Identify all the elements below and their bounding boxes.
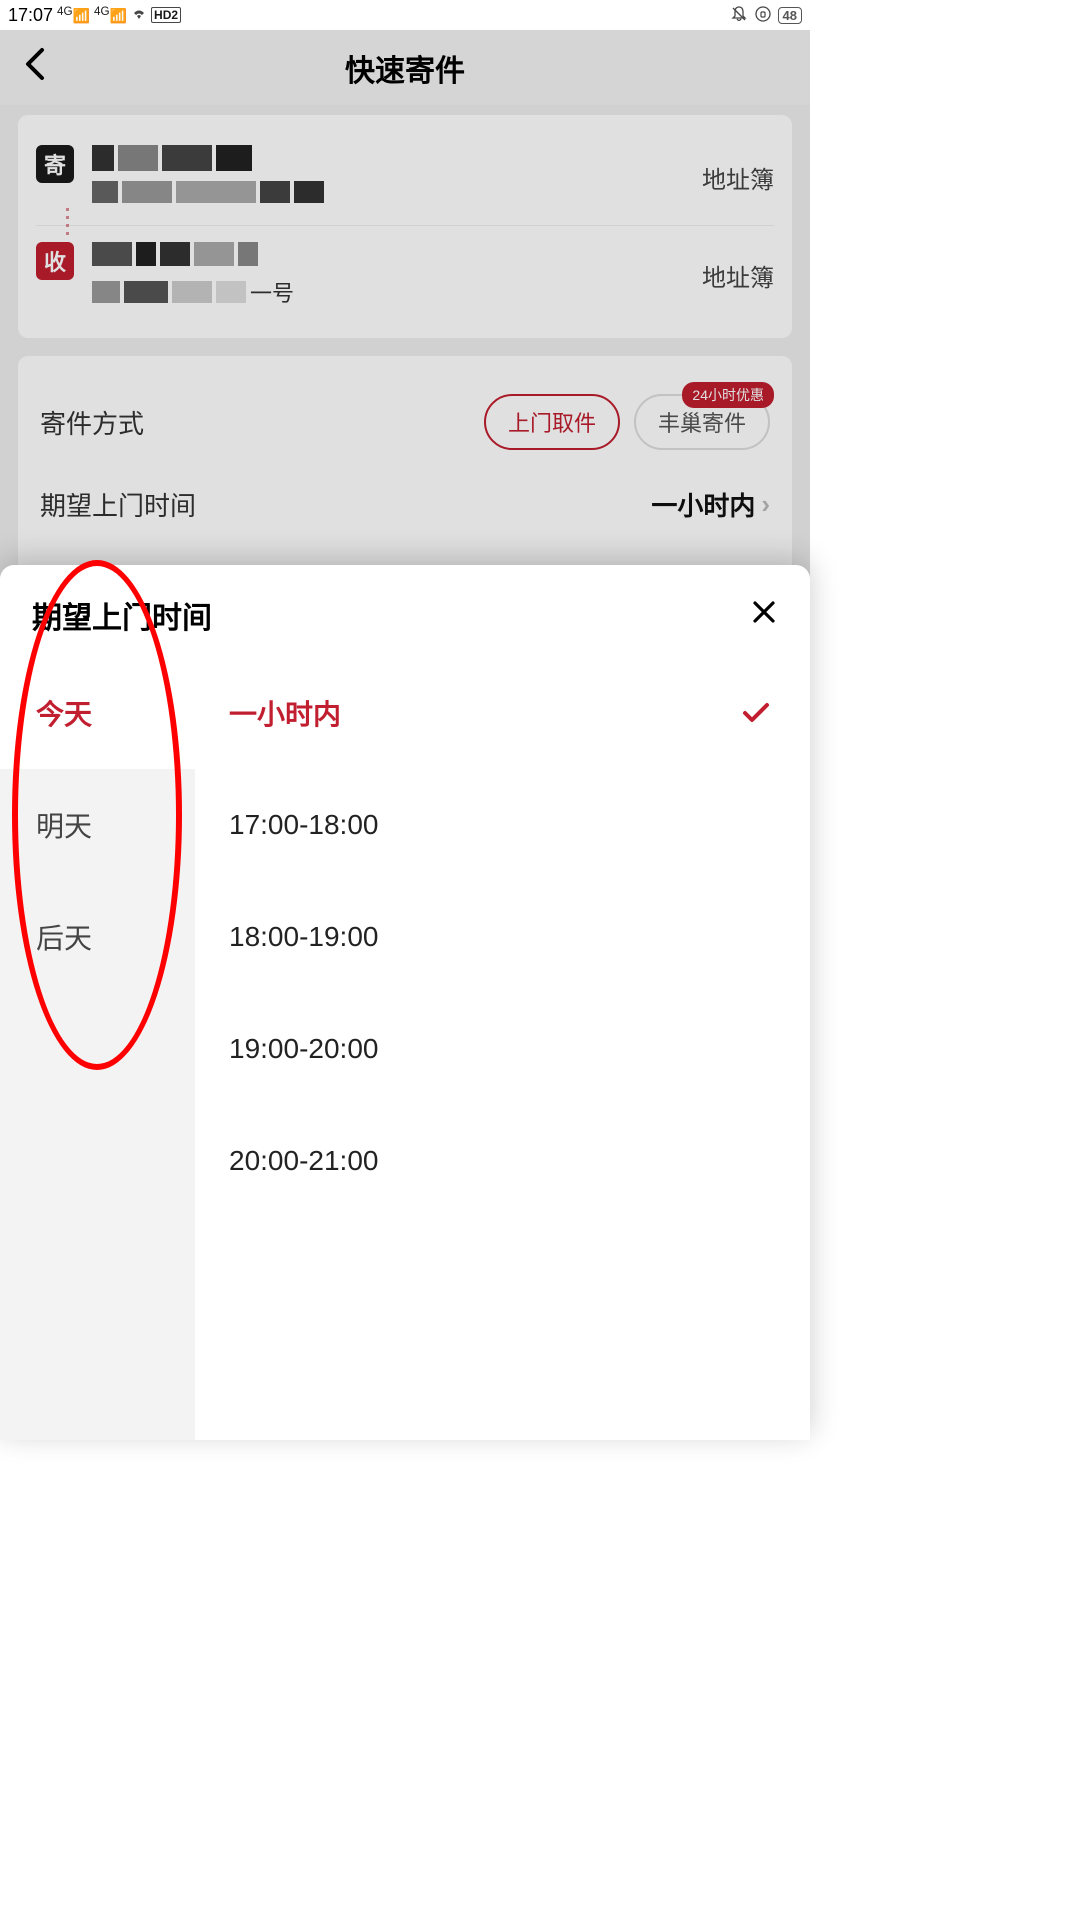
day-column: 今天 明天 后天 xyxy=(0,657,195,1440)
time-option-within-hour[interactable]: 一小时内 xyxy=(195,657,810,769)
receiver-address-book-button[interactable]: 地址簿 xyxy=(702,258,774,293)
time-option-20-21[interactable]: 20:00-21:00 xyxy=(195,1105,810,1217)
day-option-day-after[interactable]: 后天 xyxy=(0,881,195,993)
hd-icon: HD2 xyxy=(151,7,181,23)
status-time: 17:07 xyxy=(8,5,53,26)
wifi-icon xyxy=(131,7,147,24)
address-card: 寄 地址簿 收 xyxy=(18,115,792,338)
day-option-today[interactable]: 今天 xyxy=(0,657,195,769)
time-column: 一小时内 17:00-18:00 18:00-19:00 19:00-20:00… xyxy=(195,657,810,1440)
time-option-18-19[interactable]: 18:00-19:00 xyxy=(195,881,810,993)
signal-icon-2: 4G📶 xyxy=(94,5,127,25)
app-header: 快速寄件 xyxy=(0,30,810,105)
sender-row[interactable]: 寄 地址簿 xyxy=(36,137,774,217)
receiver-suffix: 一号 xyxy=(250,276,294,308)
pickup-time-label: 期望上门时间 xyxy=(40,486,196,523)
pickup-time-value: 一小时内 xyxy=(651,486,755,523)
connector-dots xyxy=(66,203,68,240)
receiver-content-redacted: 一号 xyxy=(92,242,684,308)
time-option-19-20[interactable]: 19:00-20:00 xyxy=(195,993,810,1105)
sender-address-book-button[interactable]: 地址簿 xyxy=(702,160,774,195)
back-button[interactable] xyxy=(22,46,46,89)
pickup-time-row[interactable]: 期望上门时间 一小时内 › xyxy=(40,468,770,541)
signal-icon-1: 4G📶 xyxy=(57,5,90,25)
chevron-right-icon: › xyxy=(761,489,770,520)
check-icon xyxy=(742,695,770,732)
time-picker-sheet: 期望上门时间 今天 明天 后天 一小时内 17:00-18:00 18:00-1… xyxy=(0,565,810,1440)
ship-method-pickup[interactable]: 上门取件 xyxy=(484,394,620,450)
promo-badge: 24小时优惠 xyxy=(682,382,774,408)
ship-method-row: 寄件方式 上门取件 丰巢寄件 24小时优惠 xyxy=(40,376,770,468)
sheet-title: 期望上门时间 xyxy=(32,593,212,637)
status-bar: 17:07 4G📶 4G📶 HD2 48 xyxy=(0,0,810,30)
rotation-lock-icon xyxy=(754,5,772,26)
sender-content-redacted xyxy=(92,145,684,203)
day-option-tomorrow[interactable]: 明天 xyxy=(0,769,195,881)
battery-indicator: 48 xyxy=(778,7,802,24)
ship-method-locker[interactable]: 丰巢寄件 24小时优惠 xyxy=(634,394,770,450)
sender-tag: 寄 xyxy=(36,145,74,183)
bell-mute-icon xyxy=(730,5,748,26)
close-button[interactable] xyxy=(750,598,778,632)
receiver-row[interactable]: 收 一号 地址簿 xyxy=(36,234,774,316)
ship-method-label: 寄件方式 xyxy=(40,404,144,441)
time-option-17-18[interactable]: 17:00-18:00 xyxy=(195,769,810,881)
page-title: 快速寄件 xyxy=(345,46,465,90)
page-background: 快速寄件 寄 地址簿 xyxy=(0,30,810,590)
receiver-tag: 收 xyxy=(36,242,74,280)
